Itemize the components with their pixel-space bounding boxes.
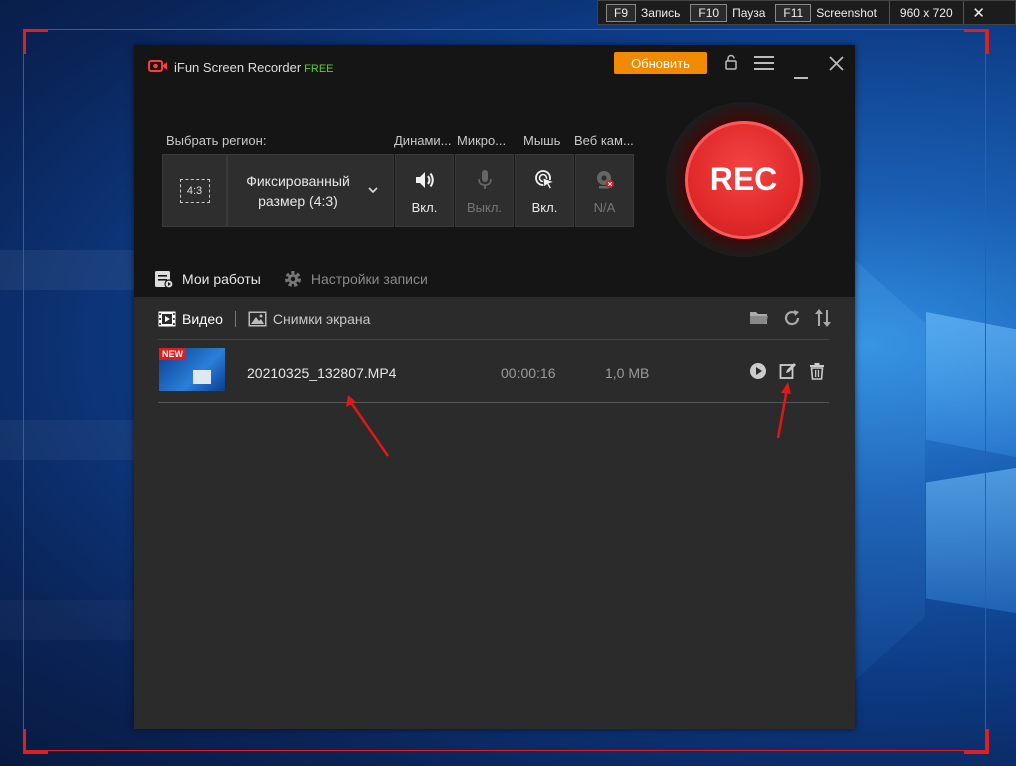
nav-record-settings-label: Настройки записи	[310, 271, 428, 287]
webcam-toggle[interactable]: N/A	[575, 154, 634, 227]
list-item[interactable]: NEW 20210325_132807.MP4 00:00:16 1,0 MB	[158, 340, 829, 403]
tab-screenshots[interactable]: Снимки экрана	[248, 311, 370, 327]
crop-region-icon: 4:3	[179, 178, 210, 203]
microphone-icon	[477, 167, 493, 193]
trash-icon[interactable]	[809, 362, 825, 380]
region-value-line1: Фиксированный	[246, 172, 350, 189]
image-icon	[248, 311, 267, 327]
microphone-toggle[interactable]: Выкл.	[455, 154, 514, 227]
title-bar: iFun Screen Recorder FREE Обновить	[134, 45, 855, 83]
hotkey-label: Запись	[641, 5, 681, 20]
speaker-icon	[414, 167, 436, 193]
hotkey-key: F11	[775, 3, 812, 22]
chevron-down-icon	[368, 187, 378, 194]
thumbnail-window-preview	[193, 370, 211, 384]
close-icon[interactable]	[829, 56, 844, 76]
refresh-icon[interactable]	[783, 309, 801, 327]
hotkey-key: F9	[606, 3, 637, 22]
mic-header: Микро...	[457, 133, 507, 148]
nav-my-works[interactable]: Мои работы	[154, 270, 261, 289]
tab-screenshots-label: Снимки экрана	[272, 311, 371, 327]
mouse-click-icon	[534, 167, 556, 193]
tab-video[interactable]: Видео	[158, 311, 223, 327]
app-name: iFun Screen Recorder	[174, 60, 302, 75]
hotbar-close-button[interactable]: ✕	[964, 1, 994, 24]
rec-button-ring: REC	[666, 102, 821, 257]
minimize-icon[interactable]	[794, 66, 808, 84]
video-thumbnail[interactable]: NEW	[159, 348, 225, 391]
hotkey-label: Screenshot	[816, 5, 877, 20]
mouse-state: Вкл.	[531, 199, 558, 215]
app-title: iFun Screen Recorder FREE	[174, 60, 334, 75]
frame-corner-handle[interactable]	[964, 729, 989, 754]
tab-divider	[234, 311, 236, 327]
mouse-toggle[interactable]: Вкл.	[515, 154, 574, 227]
panel-toolbar	[735, 309, 831, 327]
folder-icon[interactable]	[749, 310, 769, 326]
frame-corner-handle[interactable]	[23, 729, 48, 754]
gear-icon	[283, 269, 303, 289]
file-name[interactable]: 20210325_132807.MP4	[247, 365, 396, 381]
frame-corner-handle[interactable]	[964, 29, 989, 54]
film-icon	[158, 311, 176, 327]
my-works-icon	[154, 270, 174, 289]
hotkey-record[interactable]: F9 Запись	[606, 3, 682, 22]
edit-icon[interactable]	[779, 362, 797, 380]
app-logo-icon	[148, 59, 168, 78]
rec-button[interactable]: REC	[684, 120, 803, 239]
speaker-toggle[interactable]: Вкл.	[395, 154, 454, 227]
app-window: iFun Screen Recorder FREE Обновить Выбрат…	[134, 45, 855, 729]
nav-record-settings[interactable]: Настройки записи	[283, 269, 428, 289]
my-works-panel: Видео Снимки экрана NEW 20210325_132807.…	[134, 297, 855, 729]
menu-icon[interactable]	[754, 56, 774, 75]
media-tabs: Видео Снимки экрана	[158, 311, 370, 327]
play-icon[interactable]	[749, 362, 767, 380]
main-nav: Мои работы Настройки записи	[154, 269, 450, 289]
region-size-readout: 960 x 720	[888, 1, 964, 24]
new-badge: NEW	[159, 348, 186, 360]
tab-video-label: Видео	[182, 311, 223, 327]
edition-badge: FREE	[304, 63, 334, 75]
hotkey-key: F10	[690, 3, 728, 22]
webcam-state: N/A	[593, 199, 616, 215]
speaker-header: Динами...	[394, 133, 452, 148]
frame-corner-handle[interactable]	[23, 29, 48, 54]
file-duration: 00:00:16	[501, 365, 556, 381]
lock-icon[interactable]	[724, 54, 738, 75]
row-actions	[737, 362, 825, 380]
update-button[interactable]: Обновить	[614, 52, 707, 74]
annotation-arrow-icon	[346, 395, 390, 457]
annotation-arrow-icon	[776, 382, 791, 439]
webcam-icon	[594, 167, 616, 193]
webcam-header: Веб кам...	[574, 133, 634, 148]
sort-icon[interactable]	[815, 309, 831, 327]
region-mode-dropdown[interactable]: Фиксированный размер (4:3)	[227, 154, 394, 227]
hotkey-bar: F9 Запись F10 Пауза F11 Screenshot 960 x…	[597, 0, 1016, 25]
region-label: Выбрать регион:	[166, 133, 267, 148]
nav-my-works-label: Мои работы	[182, 271, 261, 287]
speaker-state: Вкл.	[411, 199, 438, 215]
region-ratio-button[interactable]: 4:3	[162, 154, 227, 227]
file-size: 1,0 MB	[605, 365, 650, 381]
region-value-line2: размер (4:3)	[258, 192, 338, 209]
mouse-header: Мышь	[523, 133, 561, 148]
hotkey-label: Пауза	[732, 5, 766, 20]
hotkey-screenshot[interactable]: F11 Screenshot	[775, 3, 879, 22]
microphone-state: Выкл.	[466, 199, 503, 215]
region-ratio-text: 4:3	[186, 184, 203, 197]
hotkey-pause[interactable]: F10 Пауза	[690, 3, 767, 22]
